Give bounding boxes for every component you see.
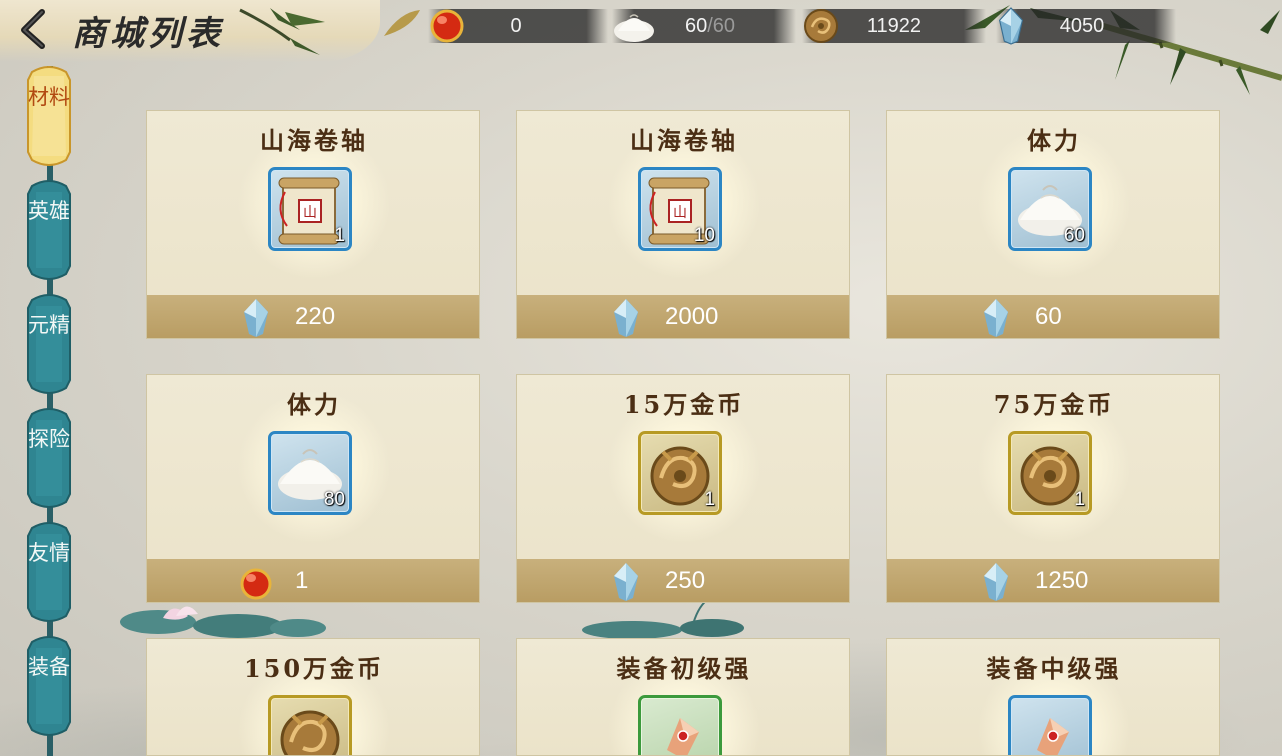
tab-friendship[interactable]: 友情 xyxy=(24,522,74,622)
gold-coin-icon xyxy=(804,9,838,43)
item-icon-frame xyxy=(1008,695,1092,755)
item-count: 1 xyxy=(1074,489,1085,510)
item-count: 60 xyxy=(1063,225,1085,246)
resource-value: 4050 xyxy=(1059,15,1105,37)
shop-item-card[interactable]: 75万金币 1 1250 xyxy=(886,374,1220,603)
item-price: 1 xyxy=(295,567,309,594)
item-icon-frame: 山 1 xyxy=(268,167,352,251)
shop-item-card[interactable]: 15万金币 1 250 xyxy=(516,374,850,603)
blue-crystal-icon xyxy=(984,563,1008,601)
lotus-decoration-icon xyxy=(582,599,744,639)
red-gem-icon xyxy=(240,568,272,600)
item-count: 10 xyxy=(693,225,715,246)
shop-item-card[interactable]: 装备中级强 xyxy=(886,638,1220,756)
tab-label: 元精 xyxy=(28,313,70,337)
blue-crystal-icon xyxy=(614,299,638,337)
bamboo-leaves-icon xyxy=(239,8,325,55)
svg-text:山: 山 xyxy=(303,205,317,221)
item-name: 山海卷轴 xyxy=(630,126,738,155)
tab-heroes[interactable]: 英雄 xyxy=(24,180,74,280)
item-name: 体力 xyxy=(287,390,341,419)
shop-item-card[interactable]: 150万金币 xyxy=(146,638,480,756)
tab-label: 英雄 xyxy=(28,199,70,223)
shop-item-card[interactable]: 山海卷轴 山 1 220 xyxy=(146,110,480,339)
resource-stamina: 60/60 xyxy=(612,9,796,43)
item-icon-frame xyxy=(268,695,352,755)
price-bar: 2000 xyxy=(517,295,849,338)
tab-materials[interactable]: 材料 xyxy=(24,66,74,166)
price-bar: 250 xyxy=(517,559,849,602)
tab-background xyxy=(27,408,71,508)
resource-value: 11922 xyxy=(866,15,922,37)
steamed-bun-icon xyxy=(614,14,654,42)
item-name: 75万金币 xyxy=(993,390,1115,419)
svg-text:山: 山 xyxy=(673,205,687,221)
back-button[interactable] xyxy=(12,6,56,50)
item-name: 装备初级强 xyxy=(616,654,752,683)
price-bar: 1 xyxy=(147,559,479,602)
red-gem-icon xyxy=(430,9,464,43)
item-icon-frame: 80 xyxy=(268,431,352,515)
item-price: 2000 xyxy=(665,303,719,330)
tab-label: 材料 xyxy=(28,85,70,109)
item-name: 15万金币 xyxy=(623,390,745,419)
item-name: 体力 xyxy=(1027,126,1081,155)
back-arrow-icon xyxy=(21,9,45,49)
item-icon-frame: 60 xyxy=(1008,167,1092,251)
price-bar: 1250 xyxy=(887,559,1219,602)
resource-value: 60/60 xyxy=(662,15,758,38)
tab-label: 友情 xyxy=(28,541,70,565)
tab-active-background xyxy=(27,66,71,166)
category-sidebar: 材料 英雄 元精 探险 友情 装备 xyxy=(20,66,80,756)
leaf-icon xyxy=(384,10,420,36)
shop-item-card[interactable]: 体力 60 60 xyxy=(886,110,1220,339)
stamina-current: 60 xyxy=(684,15,708,37)
shop-item-card[interactable]: 山海卷轴 山 10 2000 xyxy=(516,110,850,339)
item-icon-frame: 山 10 xyxy=(638,167,722,251)
gold-coin-icon xyxy=(280,710,340,755)
shop-item-card[interactable]: 装备初级强 xyxy=(516,638,850,756)
item-price: 220 xyxy=(295,303,336,330)
item-icon-frame: 1 xyxy=(1008,431,1092,515)
resource-crystal: 4050 xyxy=(996,7,1176,45)
price-bar: 220 xyxy=(147,295,479,338)
top-bar: 商城列表 0 60/60 11922 4050 xyxy=(0,0,1282,95)
item-price: 1250 xyxy=(1035,567,1089,594)
resource-value: 0 xyxy=(510,15,522,37)
item-name: 山海卷轴 xyxy=(260,126,368,155)
tab-background xyxy=(27,294,71,394)
tab-label: 探险 xyxy=(28,427,70,451)
tab-essence[interactable]: 元精 xyxy=(24,294,74,394)
tab-background xyxy=(27,636,71,736)
resource-red-gem: 0 xyxy=(428,9,608,43)
tab-label: 装备 xyxy=(28,655,70,679)
item-name: 装备中级强 xyxy=(986,654,1122,683)
item-name: 150万金币 xyxy=(243,654,385,683)
item-price: 60 xyxy=(1035,303,1062,330)
page-title: 商城列表 xyxy=(72,14,224,54)
item-icon-frame: 1 xyxy=(638,431,722,515)
blue-crystal-icon xyxy=(614,563,638,601)
enhance-stone-icon xyxy=(1037,718,1069,755)
enhance-stone-icon xyxy=(667,718,699,755)
tab-background xyxy=(27,522,71,622)
blue-crystal-icon xyxy=(998,7,1024,45)
resource-gold: 11922 xyxy=(802,9,986,43)
item-price: 250 xyxy=(665,567,706,594)
price-bar: 60 xyxy=(887,295,1219,338)
blue-crystal-icon xyxy=(244,299,268,337)
stamina-max: /60 xyxy=(707,15,736,37)
shop-item-card[interactable]: 体力 80 1 xyxy=(146,374,480,603)
tab-equipment[interactable]: 装备 xyxy=(24,636,74,736)
item-count: 1 xyxy=(704,489,715,510)
blue-crystal-icon xyxy=(984,299,1008,337)
tab-background xyxy=(27,180,71,280)
item-count: 1 xyxy=(334,225,345,246)
tab-explore[interactable]: 探险 xyxy=(24,408,74,508)
item-icon-frame xyxy=(638,695,722,755)
item-count: 80 xyxy=(323,489,345,510)
